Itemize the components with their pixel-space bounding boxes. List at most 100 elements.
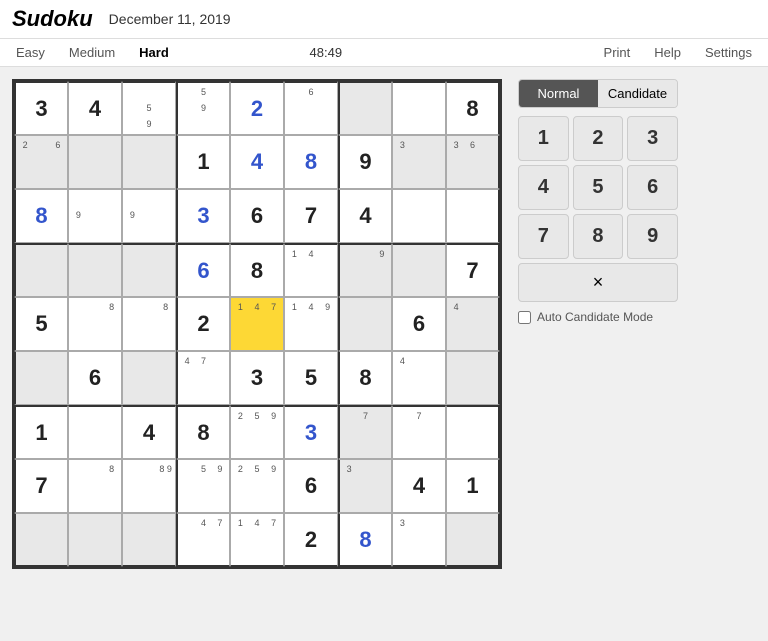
cell-6-5[interactable]: 3: [284, 405, 338, 459]
clear-btn[interactable]: ×: [518, 263, 678, 302]
cell-5-8[interactable]: [446, 351, 500, 405]
num-btn-7[interactable]: 7: [518, 214, 569, 259]
cell-3-4[interactable]: 8: [230, 243, 284, 297]
cell-2-7[interactable]: [392, 189, 446, 243]
cell-8-2[interactable]: [122, 513, 176, 567]
cell-5-1[interactable]: 6: [68, 351, 122, 405]
nav-easy[interactable]: Easy: [12, 43, 49, 62]
cell-2-1[interactable]: 9: [68, 189, 122, 243]
cell-3-8[interactable]: 7: [446, 243, 500, 297]
cell-5-7[interactable]: 4: [392, 351, 446, 405]
cell-8-6[interactable]: 8: [338, 513, 392, 567]
cell-1-2[interactable]: [122, 135, 176, 189]
cell-4-4[interactable]: 147: [230, 297, 284, 351]
cell-1-0[interactable]: 26: [14, 135, 68, 189]
cell-1-3[interactable]: 1: [176, 135, 230, 189]
cell-7-4[interactable]: 259: [230, 459, 284, 513]
cell-7-3[interactable]: 59: [176, 459, 230, 513]
cell-7-2[interactable]: 8 9: [122, 459, 176, 513]
cell-8-7[interactable]: 3: [392, 513, 446, 567]
num-btn-8[interactable]: 8: [573, 214, 624, 259]
cell-2-2[interactable]: 9: [122, 189, 176, 243]
cell-8-1[interactable]: [68, 513, 122, 567]
cell-8-8[interactable]: [446, 513, 500, 567]
cell-2-3[interactable]: 3: [176, 189, 230, 243]
cell-0-6[interactable]: [338, 81, 392, 135]
num-btn-1[interactable]: 1: [518, 116, 569, 161]
cell-7-1[interactable]: 8: [68, 459, 122, 513]
cell-8-3[interactable]: 47: [176, 513, 230, 567]
cell-4-0[interactable]: 5: [14, 297, 68, 351]
cell-5-0[interactable]: [14, 351, 68, 405]
num-btn-4[interactable]: 4: [518, 165, 569, 210]
cell-2-6[interactable]: 4: [338, 189, 392, 243]
cell-2-8[interactable]: [446, 189, 500, 243]
cell-5-5[interactable]: 5: [284, 351, 338, 405]
nav-hard[interactable]: Hard: [135, 43, 173, 62]
cell-1-6[interactable]: 9: [338, 135, 392, 189]
cell-4-7[interactable]: 6: [392, 297, 446, 351]
cell-1-1[interactable]: [68, 135, 122, 189]
cell-7-6[interactable]: 3: [338, 459, 392, 513]
mode-normal-btn[interactable]: Normal: [519, 80, 598, 107]
nav-medium[interactable]: Medium: [65, 43, 119, 62]
cell-7-8[interactable]: 1: [446, 459, 500, 513]
cell-1-7[interactable]: 3: [392, 135, 446, 189]
cell-0-1[interactable]: 4: [68, 81, 122, 135]
nav-print[interactable]: Print: [600, 43, 635, 62]
cell-6-8[interactable]: [446, 405, 500, 459]
cell-6-6[interactable]: 7: [338, 405, 392, 459]
nav-settings[interactable]: Settings: [701, 43, 756, 62]
cell-0-5[interactable]: 6: [284, 81, 338, 135]
num-btn-5[interactable]: 5: [573, 165, 624, 210]
cell-6-4[interactable]: 259: [230, 405, 284, 459]
cell-6-0[interactable]: 1: [14, 405, 68, 459]
cell-8-5[interactable]: 2: [284, 513, 338, 567]
num-btn-2[interactable]: 2: [573, 116, 624, 161]
cell-7-5[interactable]: 6: [284, 459, 338, 513]
sudoku-grid[interactable]: 3459592682614893368993674681497588214714…: [12, 79, 502, 569]
cell-3-7[interactable]: [392, 243, 446, 297]
cell-1-4[interactable]: 4: [230, 135, 284, 189]
cell-2-4[interactable]: 6: [230, 189, 284, 243]
cell-1-8[interactable]: 36: [446, 135, 500, 189]
cell-7-7[interactable]: 4: [392, 459, 446, 513]
cell-0-3[interactable]: 59: [176, 81, 230, 135]
nav-help[interactable]: Help: [650, 43, 685, 62]
cell-0-7[interactable]: [392, 81, 446, 135]
cell-5-6[interactable]: 8: [338, 351, 392, 405]
auto-candidate-checkbox[interactable]: [518, 311, 531, 324]
cell-0-0[interactable]: 3: [14, 81, 68, 135]
num-btn-9[interactable]: 9: [627, 214, 678, 259]
cell-3-1[interactable]: [68, 243, 122, 297]
cell-4-8[interactable]: 4: [446, 297, 500, 351]
cell-6-2[interactable]: 4: [122, 405, 176, 459]
cell-3-3[interactable]: 6: [176, 243, 230, 297]
cell-6-7[interactable]: 7: [392, 405, 446, 459]
cell-0-8[interactable]: 8: [446, 81, 500, 135]
cell-4-6[interactable]: [338, 297, 392, 351]
num-btn-6[interactable]: 6: [627, 165, 678, 210]
cell-3-0[interactable]: [14, 243, 68, 297]
cell-8-0[interactable]: [14, 513, 68, 567]
cell-8-4[interactable]: 147: [230, 513, 284, 567]
cell-5-2[interactable]: [122, 351, 176, 405]
cell-7-0[interactable]: 7: [14, 459, 68, 513]
cell-3-2[interactable]: [122, 243, 176, 297]
cell-4-1[interactable]: 8: [68, 297, 122, 351]
cell-0-4[interactable]: 2: [230, 81, 284, 135]
cell-2-0[interactable]: 8: [14, 189, 68, 243]
cell-5-4[interactable]: 3: [230, 351, 284, 405]
cell-5-3[interactable]: 47: [176, 351, 230, 405]
cell-0-2[interactable]: 59: [122, 81, 176, 135]
num-btn-3[interactable]: 3: [627, 116, 678, 161]
cell-2-5[interactable]: 7: [284, 189, 338, 243]
cell-4-3[interactable]: 2: [176, 297, 230, 351]
cell-4-2[interactable]: 8: [122, 297, 176, 351]
cell-1-5[interactable]: 8: [284, 135, 338, 189]
cell-6-1[interactable]: [68, 405, 122, 459]
cell-3-6[interactable]: 9: [338, 243, 392, 297]
cell-3-5[interactable]: 14: [284, 243, 338, 297]
cell-4-5[interactable]: 149: [284, 297, 338, 351]
mode-candidate-btn[interactable]: Candidate: [598, 80, 677, 107]
